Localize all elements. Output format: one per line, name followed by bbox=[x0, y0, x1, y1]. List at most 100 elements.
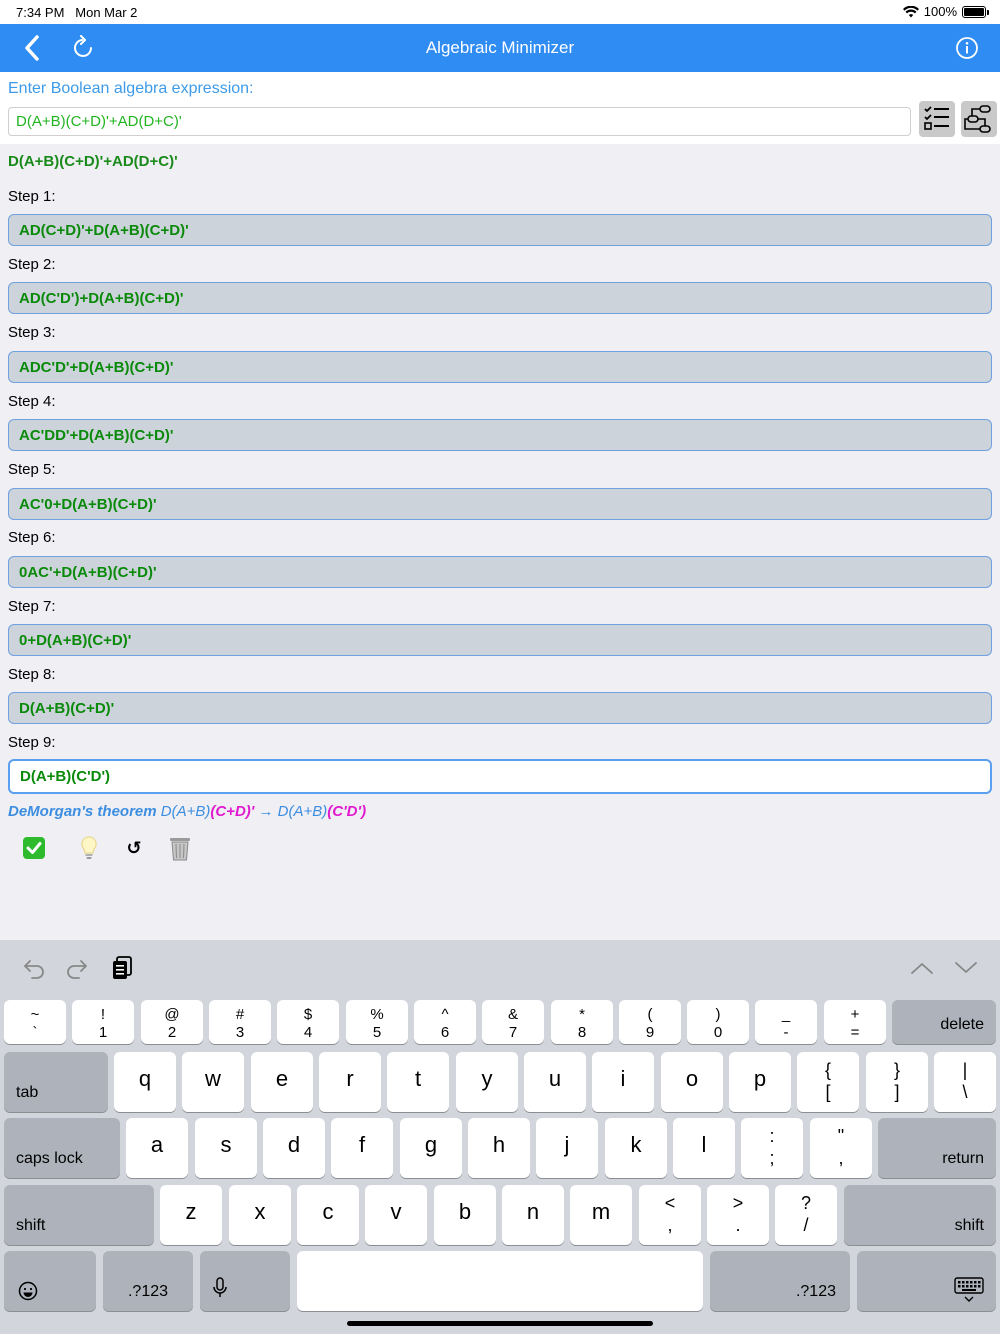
key-5[interactable]: % 5 bbox=[346, 1000, 408, 1044]
key-u[interactable]: u bbox=[524, 1052, 586, 1112]
check-button[interactable] bbox=[20, 834, 48, 862]
key-emoji[interactable] bbox=[4, 1251, 96, 1311]
kb-next-button[interactable] bbox=[952, 954, 980, 982]
key-s[interactable]: s bbox=[195, 1118, 257, 1178]
key-e[interactable]: e bbox=[251, 1052, 313, 1112]
key-0[interactable]: ) 0 bbox=[687, 1000, 749, 1044]
info-icon bbox=[956, 37, 978, 59]
key-period[interactable]: >. bbox=[707, 1185, 769, 1245]
kb-redo-button[interactable] bbox=[63, 954, 91, 982]
info-button[interactable] bbox=[951, 32, 983, 64]
redo-arrow-icon bbox=[67, 960, 87, 979]
key-d[interactable]: d bbox=[263, 1118, 325, 1178]
key-y[interactable]: y bbox=[456, 1052, 518, 1112]
trash-button[interactable] bbox=[166, 834, 194, 862]
step-field[interactable]: D(A+B)(C+D)' bbox=[8, 692, 992, 724]
key-k[interactable]: k bbox=[605, 1118, 667, 1178]
input-area: Enter Boolean algebra expression: D(A+B)… bbox=[0, 72, 1000, 144]
expression-input[interactable]: D(A+B)(C+D)'+AD(D+C)' bbox=[8, 107, 911, 136]
key-shift-right[interactable]: shift bbox=[844, 1185, 996, 1245]
key-g[interactable]: g bbox=[400, 1118, 462, 1178]
key-l[interactable]: l bbox=[673, 1118, 735, 1178]
key-hide-keyboard[interactable] bbox=[857, 1251, 996, 1311]
step-field[interactable]: AD(C+D)'+D(A+B)(C+D)' bbox=[8, 214, 992, 246]
step-label: Step 7: bbox=[8, 598, 56, 615]
key-2[interactable]: @2 bbox=[141, 1000, 203, 1044]
key-6[interactable]: ^ 6 bbox=[414, 1000, 476, 1044]
mic-icon bbox=[213, 1277, 227, 1297]
key-tilde[interactable]: ~ ` bbox=[4, 1000, 66, 1044]
key-z[interactable]: z bbox=[160, 1185, 222, 1245]
key-caps-lock[interactable]: caps lock bbox=[4, 1118, 120, 1178]
step-field[interactable]: AC'0+D(A+B)(C+D)' bbox=[8, 488, 992, 520]
clipboard-icon bbox=[113, 956, 132, 979]
key-t[interactable]: t bbox=[387, 1052, 449, 1112]
keyboard-toolbar bbox=[0, 940, 1000, 996]
key-m[interactable]: m bbox=[570, 1185, 632, 1245]
key-j[interactable]: j bbox=[536, 1118, 598, 1178]
key-left-brace[interactable]: {[ bbox=[797, 1052, 859, 1112]
key-c[interactable]: c bbox=[297, 1185, 359, 1245]
key-n[interactable]: n bbox=[502, 1185, 564, 1245]
step-label: Step 5: bbox=[8, 461, 56, 478]
key-w[interactable]: w bbox=[182, 1052, 244, 1112]
rule-arrow: → D(A+B) bbox=[254, 803, 328, 820]
key-x[interactable]: x bbox=[229, 1185, 291, 1245]
key-i[interactable]: i bbox=[592, 1052, 654, 1112]
key-9[interactable]: (9 bbox=[619, 1000, 681, 1044]
key-right-brace[interactable]: }] bbox=[866, 1052, 928, 1112]
key-4[interactable]: $4 bbox=[277, 1000, 339, 1044]
step-field[interactable]: ADC'D'+D(A+B)(C+D)' bbox=[8, 351, 992, 383]
key-return[interactable]: return bbox=[878, 1118, 996, 1178]
key-r[interactable]: r bbox=[319, 1052, 381, 1112]
logic-circuit-button[interactable] bbox=[961, 101, 997, 137]
step-field[interactable]: 0AC'+D(A+B)(C+D)' bbox=[8, 556, 992, 588]
kb-paste-button[interactable] bbox=[108, 954, 136, 982]
key-p[interactable]: p bbox=[729, 1052, 791, 1112]
check-icon bbox=[23, 837, 45, 859]
current-expression: D(A+B)(C+D)'+AD(D+C)' bbox=[8, 153, 178, 170]
key-quote[interactable]: ", bbox=[810, 1118, 872, 1178]
kb-prev-button[interactable] bbox=[908, 954, 936, 982]
rule-after-highlight: (C'D') bbox=[327, 803, 367, 820]
nav-bar: Algebraic Minimizer bbox=[0, 24, 1000, 72]
key-numbers-left[interactable]: .?123 bbox=[103, 1251, 193, 1311]
chevron-up-icon bbox=[911, 963, 933, 974]
key-dictation[interactable] bbox=[200, 1251, 290, 1311]
key-semicolon[interactable]: :; bbox=[741, 1118, 803, 1178]
key-a[interactable]: a bbox=[126, 1118, 188, 1178]
key-o[interactable]: o bbox=[661, 1052, 723, 1112]
rule-before: D(A+B) bbox=[156, 803, 211, 820]
key-h[interactable]: h bbox=[468, 1118, 530, 1178]
key-b[interactable]: b bbox=[434, 1185, 496, 1245]
key-equals[interactable]: + = bbox=[824, 1000, 886, 1044]
key-comma[interactable]: <, bbox=[639, 1185, 701, 1245]
status-right: 100% bbox=[902, 4, 989, 19]
key-backslash[interactable]: | \ bbox=[934, 1052, 996, 1112]
step-field[interactable]: 0+D(A+B)(C+D)' bbox=[8, 624, 992, 656]
kb-undo-button[interactable] bbox=[20, 954, 48, 982]
key-8[interactable]: * 8 bbox=[551, 1000, 613, 1044]
key-space[interactable] bbox=[297, 1251, 703, 1311]
keyboard: ~ ` ! 1 @2 #3 $4 % 5 ^ 6 & 7 * 8 (9 ) 0 _ - + = d… bbox=[0, 996, 1000, 1334]
key-q[interactable]: q bbox=[114, 1052, 176, 1112]
step-field[interactable]: AD(C'D')+D(A+B)(C+D)' bbox=[8, 282, 992, 314]
key-1[interactable]: ! 1 bbox=[72, 1000, 134, 1044]
key-3[interactable]: #3 bbox=[209, 1000, 271, 1044]
key-f[interactable]: f bbox=[331, 1118, 393, 1178]
key-shift-left[interactable]: shift bbox=[4, 1185, 154, 1245]
undo-button[interactable]: ↺ bbox=[120, 834, 148, 862]
key-v[interactable]: v bbox=[365, 1185, 427, 1245]
key-7[interactable]: & 7 bbox=[482, 1000, 544, 1044]
key-delete[interactable]: delete bbox=[892, 1000, 996, 1044]
key-tab[interactable]: tab bbox=[4, 1052, 108, 1112]
step-label: Step 2: bbox=[8, 256, 56, 273]
key-slash[interactable]: ? / bbox=[775, 1185, 837, 1245]
key-minus[interactable]: _ - bbox=[755, 1000, 817, 1044]
key-numbers-right[interactable]: .?123 bbox=[710, 1251, 850, 1311]
step-field[interactable]: AC'DD'+D(A+B)(C+D)' bbox=[8, 419, 992, 451]
step-label: Step 1: bbox=[8, 188, 56, 205]
hint-button[interactable] bbox=[75, 834, 103, 862]
step-field-active[interactable]: D(A+B)(C'D') bbox=[8, 759, 992, 794]
steps-list-button[interactable] bbox=[919, 101, 955, 137]
